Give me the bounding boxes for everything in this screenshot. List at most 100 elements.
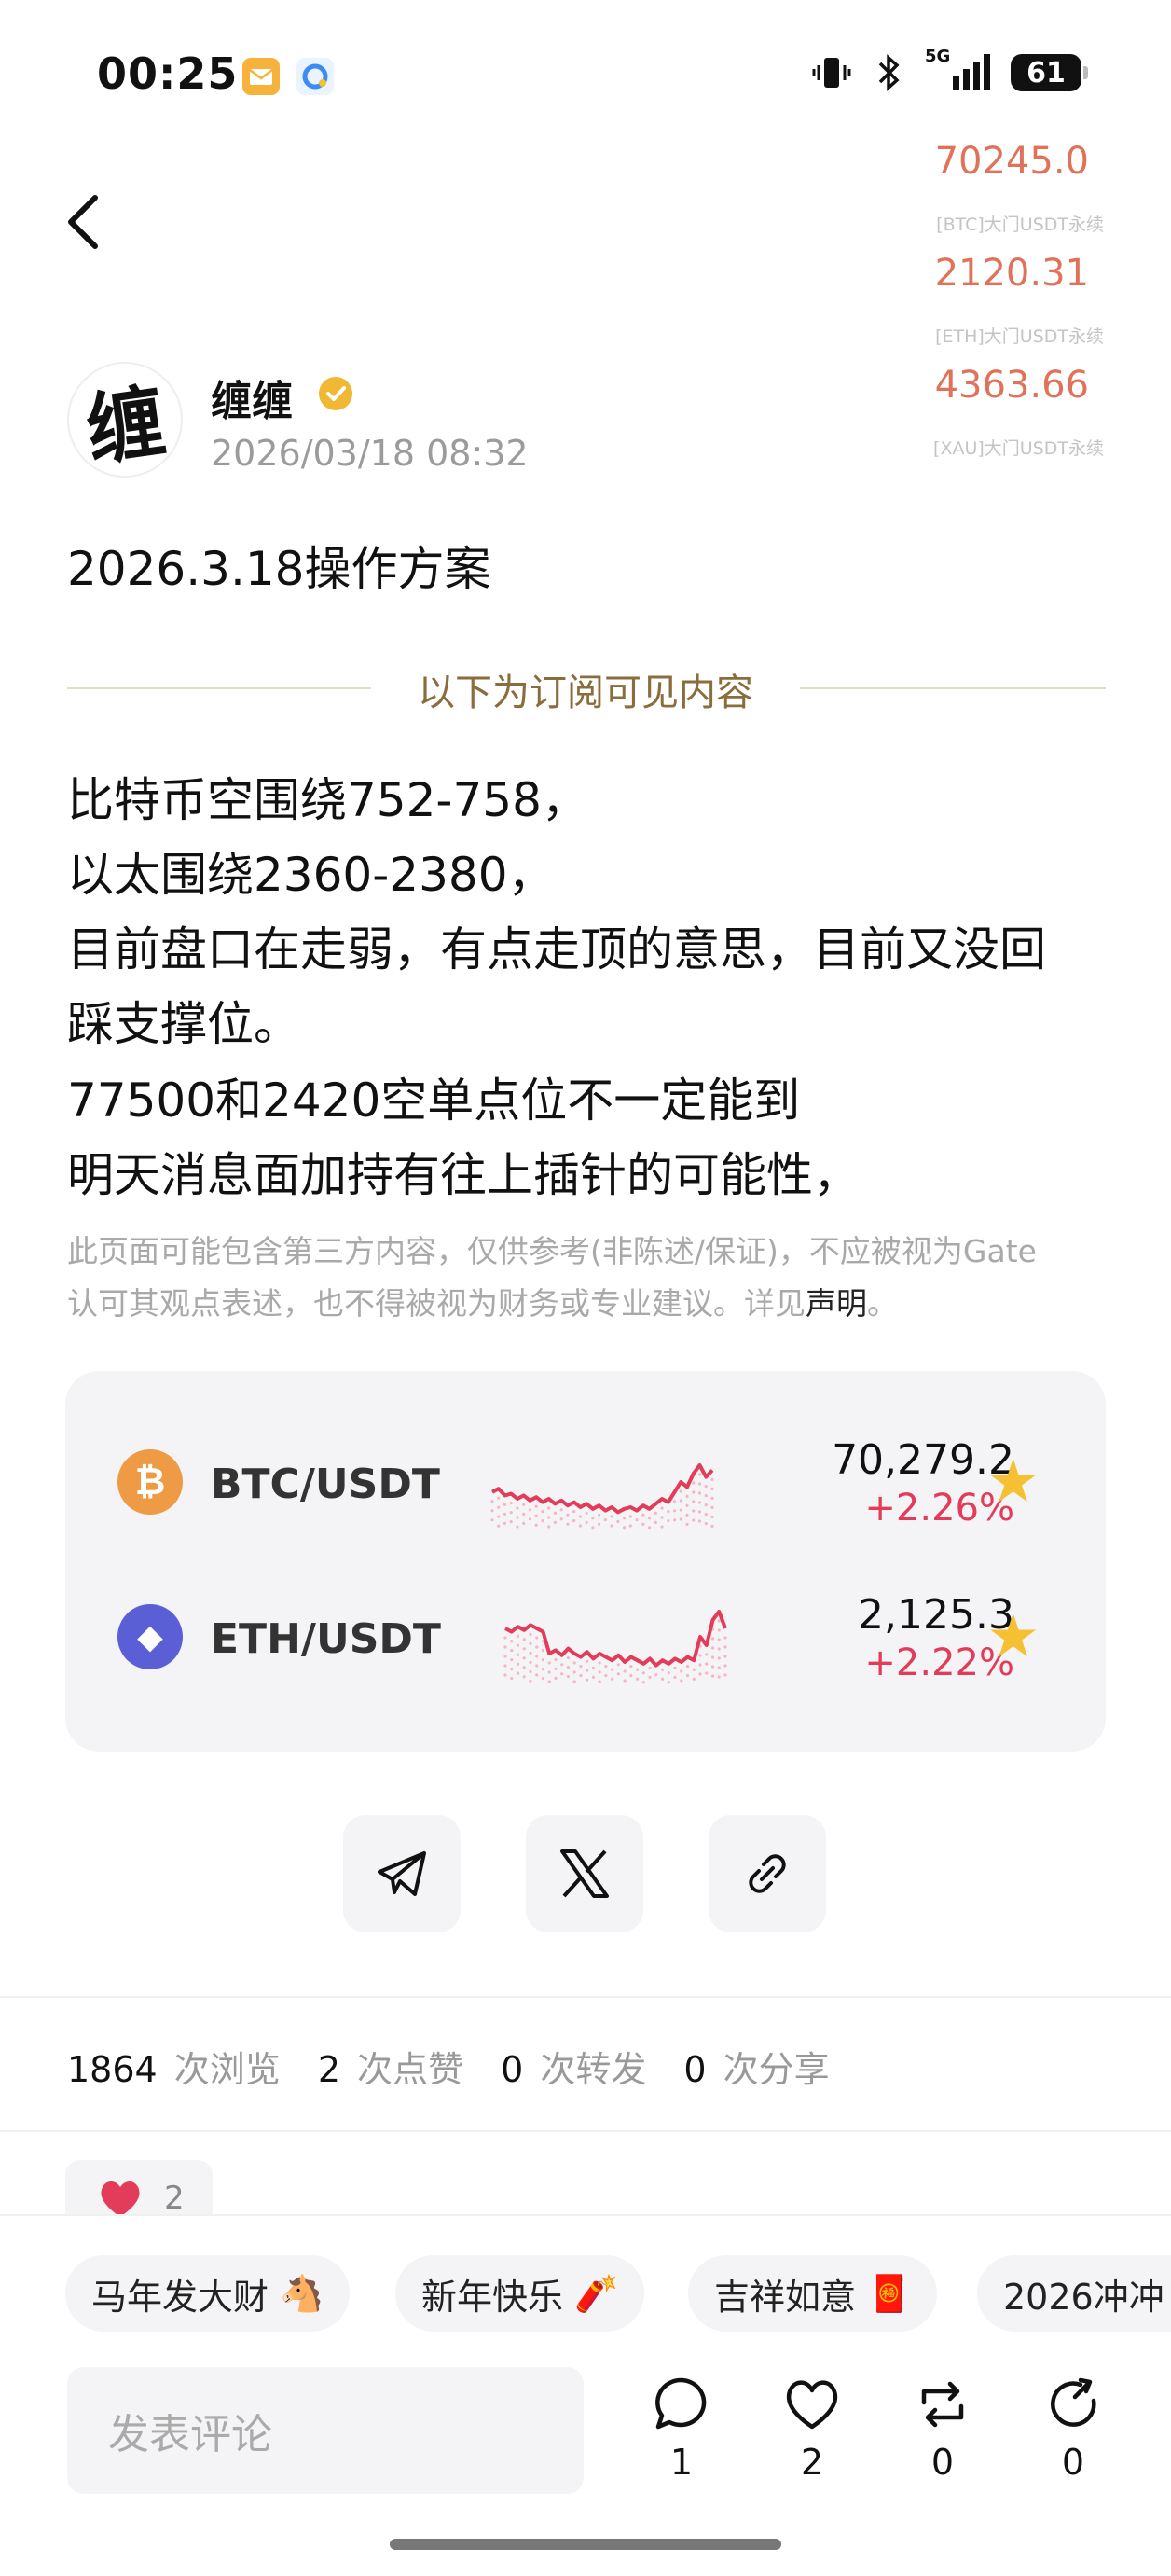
sparkline-fill-dot [685, 1494, 689, 1498]
share-x-button[interactable] [526, 1815, 643, 1932]
sparkline-fill-dot [610, 1524, 613, 1528]
sparkline-fill-dot [503, 1645, 507, 1649]
like-action[interactable]: 2 [770, 2375, 854, 2483]
share-link-button[interactable] [709, 1815, 826, 1932]
telegram-icon [378, 1851, 426, 1896]
sparkline-fill-dot [510, 1668, 514, 1671]
sparkline-fill-dot [654, 1511, 657, 1515]
quick-tag[interactable]: 吉祥如意 🧧 [688, 2255, 938, 2332]
btc-coin-icon: ₿ [117, 1449, 183, 1515]
sparkline-fill-dot [604, 1674, 608, 1678]
quick-tag[interactable]: 马年发大财 🐴 [65, 2255, 351, 2332]
sparkline-fill-dot [697, 1510, 702, 1514]
sparkline-fill-dot [598, 1513, 601, 1517]
sparkline-fill-dot [572, 1661, 576, 1665]
sparkline-fill-dot [717, 1628, 721, 1632]
sparkline-fill-dot [692, 1481, 696, 1485]
sparkline-fill-dot [685, 1503, 689, 1507]
ticker-eth-price[interactable]: 2120.31 [935, 252, 1089, 295]
back-button[interactable] [56, 185, 116, 259]
sparkline-fill-dot [529, 1679, 532, 1683]
sparkline-fill-dot [705, 1653, 709, 1656]
sparkline-fill-dot [554, 1657, 558, 1661]
sparkline-fill-dot [611, 1668, 614, 1671]
sparkline-fill-dot [697, 1482, 702, 1486]
disclaimer-link[interactable]: 声明 [806, 1285, 867, 1322]
sparkline-fill-dot [529, 1669, 532, 1673]
sparkline-fill-dot [710, 1646, 715, 1650]
share-telegram-button[interactable] [343, 1815, 461, 1932]
ticker-btc-price[interactable]: 70245.0 [935, 140, 1089, 183]
pair-name: BTC/USDT [211, 1461, 440, 1508]
sparkline-fill-dot [647, 1517, 652, 1520]
sparkline-fill-dot [641, 1671, 645, 1675]
sparkline-fill-dot [535, 1655, 539, 1658]
sparkline-fill-dot [503, 1655, 507, 1658]
sparkline-fill-dot [516, 1516, 519, 1519]
sparkline-fill-dot [535, 1636, 539, 1640]
share-count: 0 [1061, 2442, 1085, 2483]
sparkline-fill-dot [623, 1526, 627, 1530]
vibrate-icon [812, 58, 851, 88]
sparkline-fill-dot [541, 1677, 545, 1681]
quick-tag[interactable]: 新年快乐 🧨 [395, 2255, 645, 2332]
like-count: 2 [800, 2442, 824, 2483]
sparkline-fill-dot [541, 1658, 545, 1662]
sparkline-fill-dot [503, 1512, 507, 1516]
market-row-eth[interactable]: ◆ ETH/USDT 2,125.3 +2.22% ★ [65, 1591, 1106, 1684]
share-action[interactable]: 0 [1031, 2375, 1115, 2483]
star-icon[interactable]: ★ [986, 1447, 1040, 1517]
sparkline-fill-dot [710, 1477, 714, 1481]
sparkline-fill-dot [510, 1658, 514, 1662]
sparkline-fill-dot [541, 1649, 545, 1653]
quick-tag[interactable]: 2026冲冲 [977, 2255, 1171, 2332]
sparkline-fill-dot [522, 1647, 526, 1651]
sparkline-fill-dot [679, 1499, 682, 1503]
sparkline-fill-dot [636, 1677, 640, 1681]
sparkline-fill-dot [529, 1651, 532, 1655]
comment-input[interactable]: 发表评论 [67, 2367, 584, 2494]
sparkline-fill-dot [529, 1641, 532, 1645]
sparkline-fill-dot [679, 1489, 682, 1493]
eth-coin-icon: ◆ [117, 1604, 183, 1669]
sparkline-fill-dot [723, 1636, 727, 1640]
share-icon [1051, 2377, 1096, 2427]
avatar-calligraphy: 缠 [80, 374, 172, 477]
sparkline-fill-dot [654, 1673, 658, 1677]
sparkline-fill-dot [667, 1681, 670, 1684]
market-row-btc[interactable]: ₿ BTC/USDT 70,279.2 +2.26% ★ [65, 1436, 1106, 1530]
author-name[interactable]: 缠缠 [211, 367, 293, 427]
sparkline-fill-dot [497, 1505, 501, 1509]
sparkline-fill-dot [516, 1643, 520, 1647]
x-icon [560, 1849, 609, 1898]
sparkline-fill-dot [654, 1520, 657, 1524]
sparkline-fill-dot [692, 1677, 696, 1681]
home-indicator[interactable] [390, 2539, 781, 2550]
sparkline-fill-dot [698, 1672, 702, 1676]
disclaimer: 此页面可能包含第三方内容，仅供参考(非陈述/保证)，不应被视为Gate 认可其观… [67, 1226, 1102, 1330]
star-icon[interactable]: ★ [986, 1602, 1040, 1671]
sparkline-fill-dot [522, 1503, 526, 1506]
sparkline-fill-dot [723, 1664, 727, 1668]
sparkline-line [491, 1463, 714, 1515]
post-line: 以太围绕2360-2380， [67, 848, 555, 902]
sparkline-fill-dot [710, 1515, 714, 1518]
ticker-xau-price[interactable]: 4363.66 [935, 364, 1089, 407]
sparkline-fill-dot [697, 1519, 702, 1523]
avatar[interactable]: 缠 [67, 362, 183, 478]
sparkline-fill-dot [710, 1674, 715, 1678]
tag-label: 新年快乐 [421, 2276, 564, 2318]
sparkline-fill-dot [616, 1672, 620, 1676]
comment-action[interactable]: 1 [640, 2375, 723, 2483]
heart-outline-icon [786, 2380, 838, 2430]
sparkline-fill-dot [723, 1673, 727, 1677]
sparkline-fill-dot [603, 1518, 607, 1522]
sparkline-fill-dot [591, 1517, 595, 1520]
repost-action[interactable]: 0 [901, 2375, 985, 2483]
horse-emoji-icon: 🐴 [280, 2272, 324, 2314]
sparkline-fill-dot [680, 1669, 683, 1673]
sparkline-fill-dot [717, 1647, 721, 1651]
sparkline-fill-dot [629, 1674, 633, 1678]
sparkline-fill-dot [667, 1510, 670, 1514]
chevron-left-icon [68, 195, 98, 249]
